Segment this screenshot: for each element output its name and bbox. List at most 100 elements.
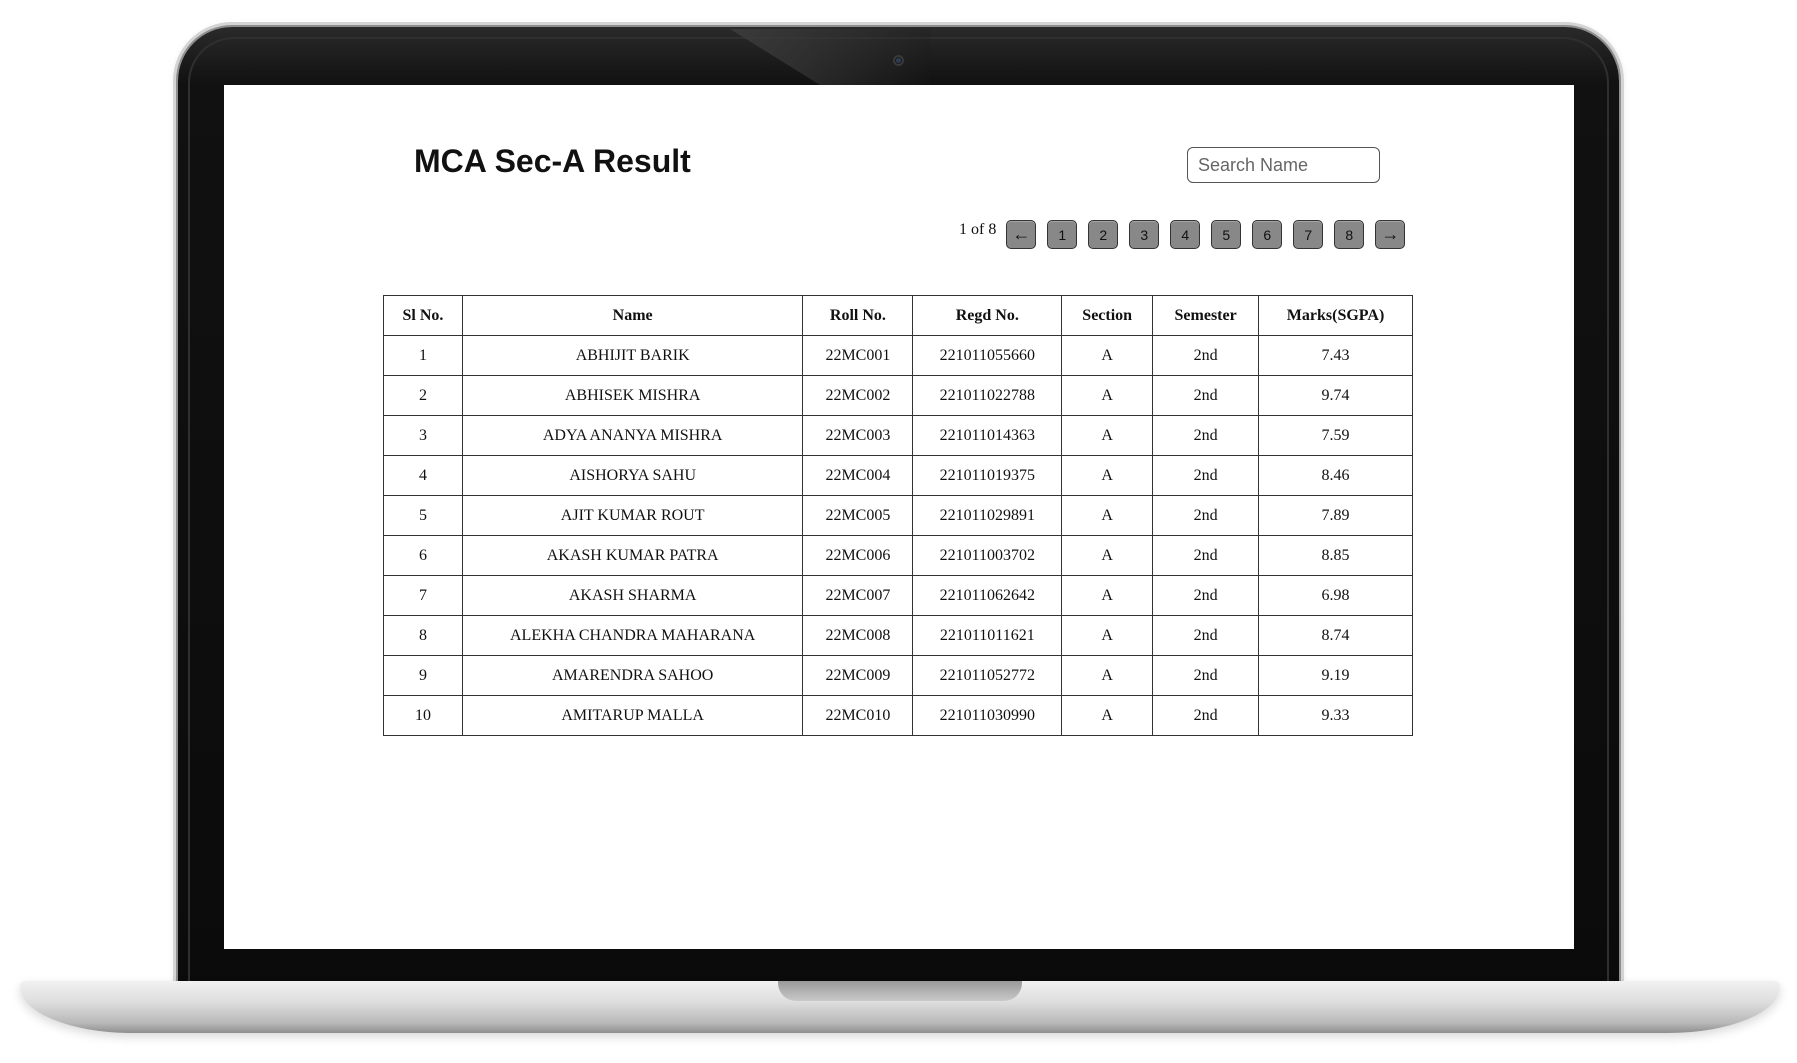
page-button-6[interactable]: 6 [1252, 220, 1283, 249]
page-button-2[interactable]: 2 [1088, 220, 1119, 249]
laptop-base-notch [778, 981, 1022, 1001]
next-page-button[interactable]: → [1375, 220, 1406, 249]
table-row: 2 ABHISEK MISHRA 22MC002 221011022788 A … [383, 375, 1413, 416]
cell-regd-no: 221011014363 [912, 415, 1063, 456]
prev-page-button[interactable]: ← [1006, 220, 1037, 249]
header-marks: Marks(SGPA) [1258, 295, 1413, 336]
search-input[interactable] [1187, 147, 1380, 183]
table-row: 4 AISHORYA SAHU 22MC004 221011019375 A 2… [383, 455, 1413, 496]
cell-regd-no: 221011055660 [912, 335, 1063, 376]
cell-sl-no: 6 [383, 535, 463, 576]
cell-semester: 2nd [1152, 655, 1260, 696]
cell-roll-no: 22MC007 [802, 575, 914, 616]
cell-section: A [1061, 335, 1154, 376]
cell-section: A [1061, 695, 1154, 736]
table-row: 9 AMARENDRA SAHOO 22MC009 221011052772 A… [383, 655, 1413, 696]
cell-marks: 7.89 [1258, 495, 1413, 536]
cell-section: A [1061, 615, 1154, 656]
cell-semester: 2nd [1152, 615, 1260, 656]
cell-name: AISHORYA SAHU [461, 455, 804, 496]
cell-name: AJIT KUMAR ROUT [461, 495, 804, 536]
cell-sl-no: 2 [383, 375, 463, 416]
cell-marks: 8.74 [1258, 615, 1413, 656]
cell-semester: 2nd [1152, 575, 1260, 616]
cell-marks: 8.85 [1258, 535, 1413, 576]
header-semester: Semester [1152, 295, 1260, 336]
cell-semester: 2nd [1152, 415, 1260, 456]
laptop-base [20, 981, 1780, 1033]
cell-sl-no: 8 [383, 615, 463, 656]
cell-roll-no: 22MC001 [802, 335, 914, 376]
cell-section: A [1061, 415, 1154, 456]
cell-semester: 2nd [1152, 455, 1260, 496]
cell-roll-no: 22MC006 [802, 535, 914, 576]
cell-name: ADYA ANANYA MISHRA [461, 415, 804, 456]
cell-sl-no: 3 [383, 415, 463, 456]
cell-regd-no: 221011019375 [912, 455, 1063, 496]
cell-regd-no: 221011052772 [912, 655, 1063, 696]
cell-roll-no: 22MC008 [802, 615, 914, 656]
cell-marks: 9.33 [1258, 695, 1413, 736]
cell-sl-no: 10 [383, 695, 463, 736]
page-button-4[interactable]: 4 [1170, 220, 1201, 249]
cell-section: A [1061, 655, 1154, 696]
arrow-left-icon: ← [1012, 224, 1031, 244]
cell-semester: 2nd [1152, 535, 1260, 576]
cell-sl-no: 5 [383, 495, 463, 536]
webcam-icon [893, 55, 904, 66]
cell-marks: 9.19 [1258, 655, 1413, 696]
page-title: MCA Sec-A Result [414, 143, 691, 179]
cell-roll-no: 22MC010 [802, 695, 914, 736]
cell-section: A [1061, 575, 1154, 616]
table-row: 5 AJIT KUMAR ROUT 22MC005 221011029891 A… [383, 495, 1413, 536]
cell-semester: 2nd [1152, 495, 1260, 536]
cell-roll-no: 22MC009 [802, 655, 914, 696]
header-regd-no: Regd No. [912, 295, 1063, 336]
page-button-3[interactable]: 3 [1129, 220, 1160, 249]
cell-regd-no: 221011003702 [912, 535, 1063, 576]
cell-marks: 9.74 [1258, 375, 1413, 416]
cell-name: AKASH SHARMA [461, 575, 804, 616]
cell-marks: 6.98 [1258, 575, 1413, 616]
page-button-7[interactable]: 7 [1293, 220, 1324, 249]
cell-marks: 7.43 [1258, 335, 1413, 376]
page-button-5[interactable]: 5 [1211, 220, 1242, 249]
cell-roll-no: 22MC002 [802, 375, 914, 416]
table-row: 6 AKASH KUMAR PATRA 22MC006 221011003702… [383, 535, 1413, 576]
cell-name: AMITARUP MALLA [461, 695, 804, 736]
cell-sl-no: 1 [383, 335, 463, 376]
header-section: Section [1061, 295, 1154, 336]
page-info: 1 of 8 [959, 221, 997, 238]
cell-marks: 8.46 [1258, 455, 1413, 496]
page-button-8[interactable]: 8 [1334, 220, 1365, 249]
cell-semester: 2nd [1152, 335, 1260, 376]
arrow-right-icon: → [1381, 224, 1400, 244]
header-name: Name [461, 295, 804, 336]
cell-name: ALEKHA CHANDRA MAHARANA [461, 615, 804, 656]
cell-sl-no: 9 [383, 655, 463, 696]
cell-regd-no: 221011030990 [912, 695, 1063, 736]
cell-sl-no: 4 [383, 455, 463, 496]
cell-roll-no: 22MC003 [802, 415, 914, 456]
cell-name: AMARENDRA SAHOO [461, 655, 804, 696]
pagination: 1 of 8 ← 1 2 3 4 5 6 7 8 → [959, 220, 1416, 252]
table-row: 8 ALEKHA CHANDRA MAHARANA 22MC008 221011… [383, 615, 1413, 656]
cell-regd-no: 221011022788 [912, 375, 1063, 416]
cell-section: A [1061, 455, 1154, 496]
cell-section: A [1061, 535, 1154, 576]
cell-semester: 2nd [1152, 375, 1260, 416]
cell-regd-no: 221011011621 [912, 615, 1063, 656]
page-button-1[interactable]: 1 [1047, 220, 1078, 249]
cell-regd-no: 221011062642 [912, 575, 1063, 616]
cell-name: AKASH KUMAR PATRA [461, 535, 804, 576]
cell-semester: 2nd [1152, 695, 1260, 736]
cell-name: ABHISEK MISHRA [461, 375, 804, 416]
cell-sl-no: 7 [383, 575, 463, 616]
cell-regd-no: 221011029891 [912, 495, 1063, 536]
table-header-row: Sl No. Name Roll No. Regd No. Section Se… [383, 295, 1413, 336]
table-row: 3 ADYA ANANYA MISHRA 22MC003 22101101436… [383, 415, 1413, 456]
table-row: 1 ABHIJIT BARIK 22MC001 221011055660 A 2… [383, 335, 1413, 376]
cell-roll-no: 22MC005 [802, 495, 914, 536]
table-row: 7 AKASH SHARMA 22MC007 221011062642 A 2n… [383, 575, 1413, 616]
results-table: Sl No. Name Roll No. Regd No. Section Se… [383, 295, 1413, 736]
